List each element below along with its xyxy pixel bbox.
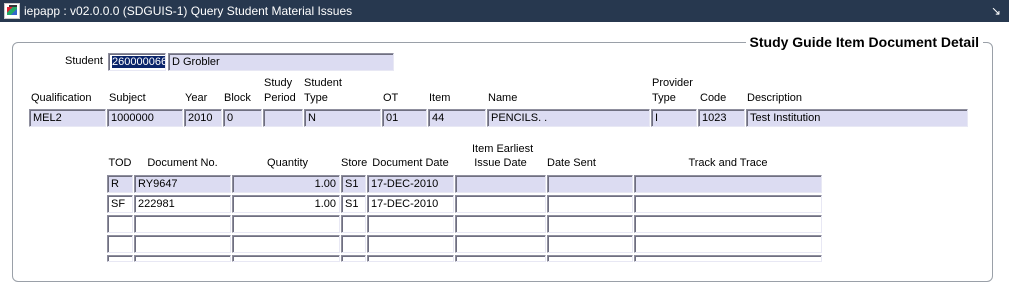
row-tod-cell[interactable]: [107, 215, 133, 233]
row-date-sent-cell[interactable]: [547, 175, 633, 193]
row-quantity-cell[interactable]: 1.00: [232, 195, 340, 213]
row-date-sent-cell[interactable]: [547, 255, 633, 262]
row-track-cell[interactable]: [634, 215, 822, 233]
student-type-field[interactable]: N: [304, 109, 381, 127]
window-title: iepapp : v02.0.0.0 (SDGUIS-1) Query Stud…: [24, 4, 353, 18]
row-track-cell[interactable]: [634, 255, 822, 262]
row-store-cell[interactable]: [341, 215, 366, 233]
study-period-field[interactable]: [263, 109, 303, 127]
header-period: Period: [264, 92, 296, 104]
row-date-sent-cell[interactable]: [547, 195, 633, 213]
header-store: Store: [341, 157, 368, 169]
header-track-and-trace: Track and Trace: [688, 157, 768, 169]
row-quantity-cell[interactable]: [232, 215, 340, 233]
block-field[interactable]: 0: [223, 109, 262, 127]
header-year: Year: [185, 92, 208, 104]
row-quantity-cell[interactable]: [232, 235, 340, 253]
row-document-no-cell[interactable]: [134, 235, 231, 253]
row-store-cell[interactable]: [341, 255, 366, 262]
row-document-no-cell[interactable]: RY9647: [134, 175, 231, 193]
header-study: Study: [264, 77, 293, 89]
header-student: Student: [304, 77, 342, 89]
header-provider: Provider: [652, 77, 693, 89]
description-field[interactable]: Test Institution: [746, 109, 968, 127]
row-track-cell[interactable]: [634, 195, 822, 213]
header-qualification: Qualification: [31, 92, 92, 104]
item-field[interactable]: 44: [428, 109, 486, 127]
header-block: Block: [224, 92, 251, 104]
row-store-cell[interactable]: S1: [341, 175, 366, 193]
row-issue-date-cell[interactable]: [455, 235, 546, 253]
row-document-no-cell[interactable]: [134, 215, 231, 233]
row-issue-date-cell[interactable]: [455, 255, 546, 262]
header-name: Name: [488, 92, 518, 104]
row-track-cell[interactable]: [634, 235, 822, 253]
header-item: Item: [429, 92, 451, 104]
header-document-date: Document Date: [372, 157, 449, 169]
year-field[interactable]: 2010: [184, 109, 222, 127]
section-title: Study Guide Item Document Detail: [745, 34, 983, 50]
row-document-date-cell[interactable]: [367, 255, 454, 262]
header-code: Code: [700, 92, 727, 104]
row-issue-date-cell[interactable]: [455, 195, 546, 213]
header-subject: Subject: [109, 92, 146, 104]
header-ot: OT: [383, 92, 399, 104]
header-type: Type: [304, 92, 328, 104]
provider-type-field[interactable]: I: [651, 109, 697, 127]
subject-field[interactable]: 1000000: [107, 109, 183, 127]
row-document-no-cell[interactable]: 222981: [134, 195, 231, 213]
row-store-cell[interactable]: [341, 235, 366, 253]
row-tod-cell[interactable]: [107, 235, 133, 253]
row-issue-date-cell[interactable]: [455, 215, 546, 233]
row-document-date-cell[interactable]: [367, 215, 454, 233]
row-document-date-cell[interactable]: 17-DEC-2010: [367, 195, 454, 213]
ot-field[interactable]: 01: [382, 109, 427, 127]
header-document-no: Document No.: [147, 157, 218, 169]
window-titlebar: iepapp : v02.0.0.0 (SDGUIS-1) Query Stud…: [0, 0, 1009, 22]
row-tod-cell[interactable]: [107, 255, 133, 262]
header-description: Description: [747, 92, 803, 104]
app-icon: [4, 3, 20, 19]
row-document-date-cell[interactable]: [367, 235, 454, 253]
header-provider-type: Type: [652, 92, 676, 104]
row-quantity-cell[interactable]: 1.00: [232, 175, 340, 193]
row-date-sent-cell[interactable]: [547, 215, 633, 233]
row-quantity-cell[interactable]: [232, 255, 340, 262]
row-issue-date-cell[interactable]: [455, 175, 546, 193]
name-field[interactable]: PENCILS. .: [487, 109, 650, 127]
header-date-sent: Date Sent: [547, 157, 596, 169]
row-tod-cell[interactable]: SF: [107, 195, 133, 213]
row-document-date-cell[interactable]: 17-DEC-2010: [367, 175, 454, 193]
row-store-cell[interactable]: S1: [341, 195, 366, 213]
row-track-cell[interactable]: [634, 175, 822, 193]
row-document-no-cell[interactable]: [134, 255, 231, 262]
student-name-field[interactable]: D Grobler: [168, 53, 394, 71]
header-tod: TOD: [108, 157, 132, 169]
student-number-field[interactable]: 260000066: [108, 53, 166, 71]
row-date-sent-cell[interactable]: [547, 235, 633, 253]
qualification-field[interactable]: MEL2: [29, 109, 106, 127]
code-field[interactable]: 1023: [698, 109, 745, 127]
header-item-earliest: Item Earliest: [472, 143, 534, 155]
row-tod-cell[interactable]: R: [107, 175, 133, 193]
student-label: Student: [65, 55, 103, 67]
header-issue-date: Issue Date: [474, 157, 527, 169]
header-quantity: Quantity: [267, 157, 308, 169]
restore-down-icon[interactable]: ↘: [987, 2, 1005, 20]
